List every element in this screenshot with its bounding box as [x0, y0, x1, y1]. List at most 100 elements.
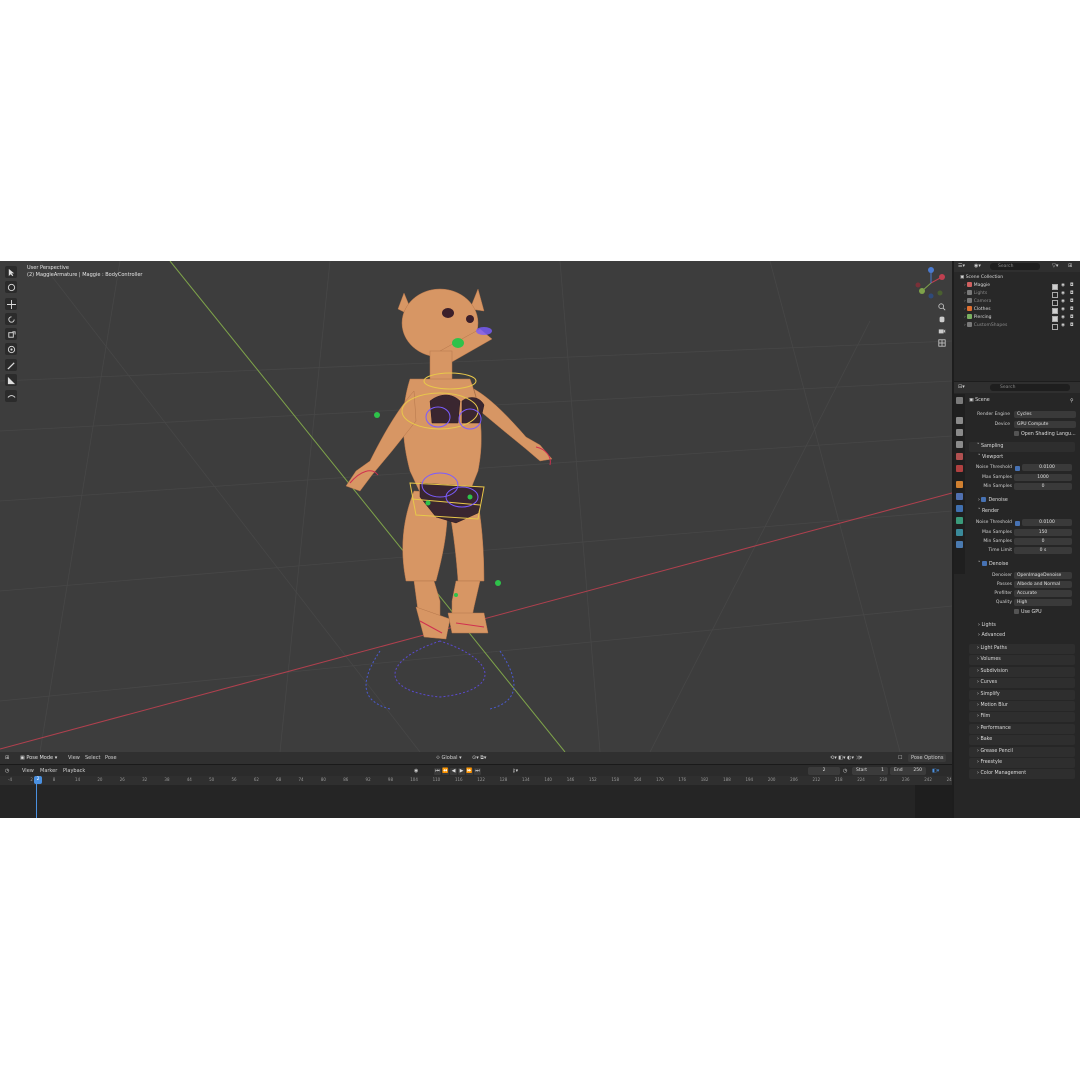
transform-tool-button[interactable]: [5, 343, 17, 355]
filter-icon[interactable]: ▽▾: [1052, 262, 1058, 270]
render-tab-icon[interactable]: [956, 417, 963, 424]
start-frame-field[interactable]: Start 1: [852, 767, 888, 775]
panel-curves[interactable]: › Curves: [969, 678, 1075, 689]
time-limit-field[interactable]: 0 s: [1014, 547, 1072, 554]
camera-render-icon[interactable]: ◘: [1070, 322, 1074, 330]
view-layer-tab-icon[interactable]: [956, 441, 963, 448]
marker-menu[interactable]: Marker: [40, 767, 57, 775]
render-subpanel-header[interactable]: ˅ Render: [978, 507, 999, 516]
passes-dropdown[interactable]: Albedo and Normal: [1014, 581, 1072, 588]
vp-denoise-subpanel[interactable]: › Denoise: [978, 496, 1008, 505]
measure-tool-button[interactable]: [5, 374, 17, 386]
constraints-tab-icon[interactable]: [956, 529, 963, 536]
outliner-item-piercing[interactable]: › Piercing ◉ ◘: [964, 314, 1080, 322]
next-keyframe-button[interactable]: ⏩: [466, 768, 473, 775]
current-frame-field[interactable]: 2: [808, 767, 840, 775]
panel-subdivision[interactable]: › Subdivision: [969, 666, 1075, 677]
scene-collection-row[interactable]: ▣ Scene Collection: [960, 274, 1076, 282]
eye-icon[interactable]: ◉: [1061, 298, 1065, 306]
xray-toggle[interactable]: ☐: [898, 754, 902, 762]
panel-light-paths[interactable]: › Light Paths: [969, 644, 1075, 654]
scene-tab-icon[interactable]: [956, 453, 963, 460]
object-tab-icon[interactable]: [956, 481, 963, 488]
outliner-item-camera[interactable]: › Camera ◉ ◘: [964, 298, 1080, 306]
annotate-tool-button[interactable]: [5, 359, 17, 371]
eye-icon[interactable]: ◉: [1061, 306, 1065, 314]
osl-checkbox[interactable]: Open Shading Langu...: [1014, 430, 1076, 439]
camera-render-icon[interactable]: ◘: [1070, 314, 1074, 322]
scale-tool-button[interactable]: [5, 328, 17, 340]
r-noise-threshold-checkbox[interactable]: [1015, 521, 1020, 526]
vp-noise-threshold-checkbox[interactable]: [1015, 466, 1020, 471]
outliner-item-maggie[interactable]: › Maggie ◉ ◘: [964, 282, 1080, 290]
r-noise-threshold-field[interactable]: 0.0100: [1022, 519, 1072, 526]
play-reverse-button[interactable]: ◀: [450, 768, 457, 775]
camera-view-icon[interactable]: [937, 326, 946, 335]
grid-view-icon[interactable]: [937, 338, 946, 347]
outliner-item-customshapes[interactable]: › CustomShapes ◉ ◘: [964, 322, 1080, 330]
display-mode-icon[interactable]: ◉▾: [974, 262, 981, 270]
new-collection-icon[interactable]: ⊞: [1068, 262, 1072, 270]
osl-checkbox-box[interactable]: [1014, 431, 1019, 436]
data-tab-icon[interactable]: [956, 541, 963, 548]
vp-denoise-checkbox[interactable]: [981, 497, 987, 502]
panel-color-management[interactable]: › Color Management: [969, 769, 1075, 780]
jump-end-button[interactable]: ⏭: [474, 768, 481, 775]
pin-icon[interactable]: ⚲: [1070, 397, 1074, 405]
render-engine-dropdown[interactable]: Cycles: [1014, 411, 1076, 418]
advanced-subpanel[interactable]: › Advanced: [978, 631, 1005, 640]
panel-motion-blur[interactable]: › Motion Blur: [969, 701, 1075, 711]
panel-grease-pencil[interactable]: › Grease Pencil: [969, 746, 1075, 757]
panel-simplify[interactable]: › Simplify: [969, 689, 1075, 700]
mode-selector[interactable]: ▣ Pose Mode ▾: [20, 754, 57, 762]
eye-icon[interactable]: ◉: [1061, 290, 1065, 298]
cursor-tool-button[interactable]: [5, 281, 17, 293]
world-tab-icon[interactable]: [956, 465, 963, 472]
expand-arrow-icon[interactable]: ›: [964, 323, 966, 328]
viewport-subpanel-header[interactable]: ˅ Viewport: [978, 453, 1003, 462]
camera-render-icon[interactable]: ◘: [1070, 298, 1074, 306]
exclude-checkbox[interactable]: [1052, 324, 1058, 330]
properties-editor-icon[interactable]: ⊟▾: [958, 383, 965, 391]
outliner-item-lights[interactable]: › Lights ◉ ◘: [964, 290, 1080, 298]
eye-icon[interactable]: ◉: [1061, 322, 1065, 330]
panel-film[interactable]: › Film: [969, 712, 1075, 723]
clock-icon[interactable]: ◷: [5, 767, 9, 775]
keying-icon[interactable]: ⚷▾: [512, 767, 518, 775]
panel-bake[interactable]: › Bake: [969, 735, 1075, 746]
panel-freestyle[interactable]: › Freestyle: [969, 758, 1075, 768]
select-menu[interactable]: Select: [85, 754, 100, 762]
output-tab-icon[interactable]: [956, 429, 963, 436]
use-gpu-checkbox-box[interactable]: [1014, 609, 1019, 614]
record-toggle[interactable]: ◉: [414, 767, 418, 775]
eye-icon[interactable]: ◉: [1061, 314, 1065, 322]
expand-arrow-icon[interactable]: ›: [964, 291, 966, 296]
outliner-item-clothes[interactable]: › Clothes ◉ ◘: [964, 306, 1080, 314]
eye-icon[interactable]: ◉: [1061, 282, 1065, 290]
transform-orientation[interactable]: ⟐ Global ▾: [436, 754, 462, 762]
select-tool-button[interactable]: [5, 266, 17, 278]
vp-min-samples-field[interactable]: 0: [1014, 483, 1072, 490]
prev-keyframe-button[interactable]: ⏪: [442, 768, 449, 775]
lights-subpanel[interactable]: › Lights: [978, 621, 996, 630]
rotate-tool-button[interactable]: [5, 313, 17, 325]
r-max-samples-field[interactable]: 150: [1014, 529, 1072, 536]
modifier-tab-icon[interactable]: [956, 493, 963, 500]
zoom-icon[interactable]: [937, 302, 946, 311]
playhead-marker[interactable]: 2: [34, 776, 42, 784]
pose-options-button[interactable]: Pose Options: [908, 754, 947, 762]
quality-dropdown[interactable]: High: [1014, 599, 1072, 606]
denoiser-dropdown[interactable]: OpenImageDenoise: [1014, 572, 1072, 579]
character-model[interactable]: [0, 261, 952, 752]
properties-search-input[interactable]: Search: [990, 384, 1070, 391]
end-frame-field[interactable]: End 250: [890, 767, 926, 775]
vp-noise-threshold-field[interactable]: 0.0100: [1022, 464, 1072, 471]
relax-tool-button[interactable]: [5, 390, 17, 402]
use-gpu-checkbox[interactable]: Use GPU: [1014, 608, 1042, 617]
panel-performance[interactable]: › Performance: [969, 723, 1075, 734]
r-denoise-checkbox[interactable]: [981, 561, 987, 566]
preview-range-icon[interactable]: ◷: [843, 767, 847, 775]
outliner-search-input[interactable]: Search: [990, 263, 1040, 270]
timeline[interactable]: -4 2 8 14 20 26 32 38 44 50 56 62 68 74 80 86 92 98 104 110…: [0, 776, 952, 818]
vp-max-samples-field[interactable]: 1000: [1014, 474, 1072, 481]
